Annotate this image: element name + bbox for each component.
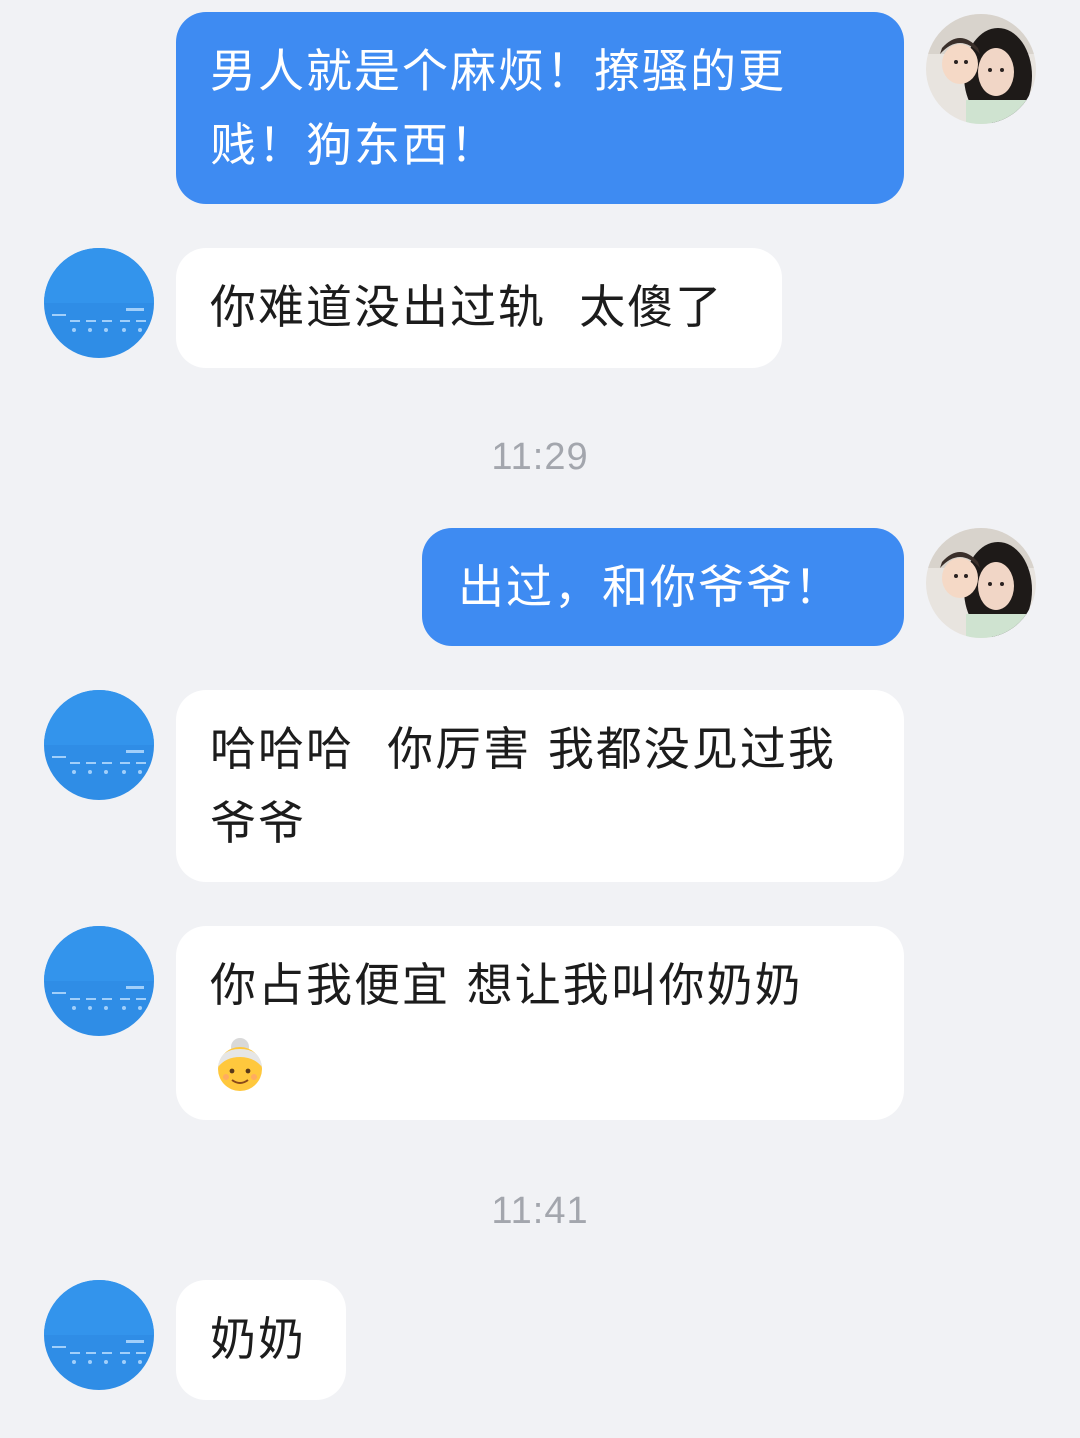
message-text: 你难道没出过轨 太傻了 [210, 280, 724, 334]
contact-avatar-image [44, 690, 154, 800]
message-row-incoming: 你难道没出过轨 太傻了 [0, 248, 1080, 368]
contact-avatar-image [44, 1280, 154, 1390]
contact-avatar[interactable] [44, 690, 154, 800]
message-row-outgoing: 出过，和你爷爷！ [0, 528, 1080, 648]
chat-message-list[interactable]: 男人就是个麻烦！撩骚的更贱！狗东西！ 你难道没出过轨 太傻了 11:29 出过，… [0, 0, 1080, 1438]
message-row-incoming: 你占我便宜 想让我叫你奶奶 [0, 926, 1080, 1120]
contact-avatar[interactable] [44, 248, 154, 358]
self-avatar-image [926, 528, 1036, 638]
message-row-incoming: 哈哈哈 你厉害 我都没见过我爷爷 [0, 690, 1080, 884]
contact-avatar[interactable] [44, 926, 154, 1036]
message-text: 出过，和你爷爷！ [458, 560, 842, 614]
message-bubble-incoming[interactable]: 你占我便宜 想让我叫你奶奶 [176, 926, 904, 1120]
contact-avatar-image [44, 248, 154, 358]
self-avatar[interactable] [926, 528, 1036, 638]
message-bubble-outgoing[interactable]: 男人就是个麻烦！撩骚的更贱！狗东西！ [176, 12, 904, 204]
older-woman-emoji-icon [218, 1037, 262, 1091]
message-bubble-incoming[interactable]: 哈哈哈 你厉害 我都没见过我爷爷 [176, 690, 904, 882]
message-text: 你占我便宜 想让我叫你奶奶 [210, 958, 803, 1012]
message-text: 男人就是个麻烦！撩骚的更贱！狗东西！ [210, 44, 786, 172]
timestamp: 11:29 [491, 436, 589, 478]
self-avatar-image [926, 14, 1036, 124]
message-text: 奶奶 [210, 1312, 306, 1366]
message-text: 哈哈哈 你厉害 我都没见过我爷爷 [210, 722, 836, 850]
message-row-incoming: 奶奶 [0, 1280, 1080, 1400]
message-bubble-incoming[interactable]: 你难道没出过轨 太傻了 [176, 248, 782, 368]
message-bubble-incoming[interactable]: 奶奶 [176, 1280, 346, 1400]
self-avatar[interactable] [926, 14, 1036, 124]
timestamp: 11:41 [491, 1190, 589, 1232]
message-bubble-outgoing[interactable]: 出过，和你爷爷！ [422, 528, 904, 646]
contact-avatar-image [44, 926, 154, 1036]
contact-avatar[interactable] [44, 1280, 154, 1390]
message-row-outgoing: 男人就是个麻烦！撩骚的更贱！狗东西！ [0, 12, 1080, 206]
